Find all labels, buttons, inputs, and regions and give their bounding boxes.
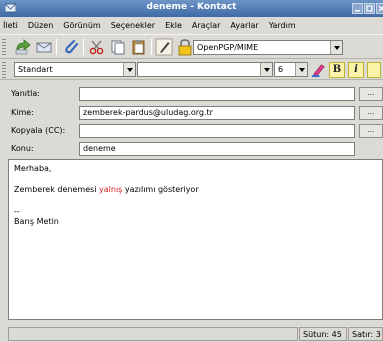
chevron-down-icon: [260, 63, 272, 76]
chevron-down-icon: [330, 41, 342, 54]
body-text-line: Zemberek denemesi yalnış yazılımı göster…: [14, 185, 199, 194]
status-message: [8, 327, 298, 341]
toolbar-separator: [83, 39, 84, 55]
status-row: Satır: 3: [348, 327, 383, 341]
to-field[interactable]: zemberek-pardus@uludag.org.tr: [79, 106, 355, 120]
main-toolbar: OpenPGP/MIME: [0, 34, 383, 59]
reply-to-field[interactable]: [79, 87, 355, 101]
close-icon: [378, 5, 383, 12]
chevron-down-icon: [123, 63, 135, 76]
window-title: deneme - Kontact: [146, 2, 237, 12]
paragraph-style-value: Standart: [18, 65, 53, 74]
cc-browse-button[interactable]: ...: [359, 124, 383, 138]
body-text-after: yazılımı gösteriyor: [122, 185, 199, 194]
subject-label: Konu:: [11, 144, 34, 153]
toolbar-handle[interactable]: [2, 39, 6, 55]
crypto-format-select[interactable]: OpenPGP/MIME: [193, 40, 343, 55]
toolbar-handle[interactable]: [2, 62, 6, 78]
attach-icon[interactable]: [62, 38, 80, 56]
misspelled-word: yalnış: [99, 185, 123, 194]
body-text-before: Zemberek denemesi: [14, 185, 100, 194]
subject-field[interactable]: deneme: [79, 142, 355, 156]
reply-to-label: Yanıtla:: [11, 89, 40, 98]
kontact-composer-window: deneme - Kontact İleti Düzen Görünüm Seç…: [0, 0, 383, 342]
text-color-icon[interactable]: [310, 61, 327, 78]
menu-ekle[interactable]: Ekle: [160, 21, 187, 30]
minimize-button[interactable]: [352, 3, 363, 14]
reply-to-browse-button[interactable]: ...: [359, 87, 383, 101]
cut-icon[interactable]: [88, 38, 106, 56]
menu-duzen[interactable]: Düzen: [23, 21, 58, 30]
send-icon[interactable]: [14, 38, 32, 56]
copy-icon[interactable]: [109, 38, 127, 56]
chevron-down-icon: [295, 63, 307, 76]
menu-bar: İleti Düzen Görünüm Seçenekler Ekle Araç…: [0, 18, 383, 33]
body-greeting: Merhaba,: [14, 164, 52, 173]
maximize-button[interactable]: [364, 3, 375, 14]
menu-ileti[interactable]: İleti: [0, 21, 23, 30]
signature-separator: --: [14, 207, 20, 216]
message-body-editor[interactable]: Merhaba, Zemberek denemesi yalnış yazılı…: [8, 159, 383, 320]
close-button[interactable]: [376, 3, 383, 14]
maximize-icon: [366, 5, 373, 12]
bold-button[interactable]: B: [329, 62, 345, 78]
encrypt-lock-icon[interactable]: [176, 38, 194, 56]
menu-secenekler[interactable]: Seçenekler: [106, 21, 160, 30]
italic-button[interactable]: i: [348, 62, 364, 78]
toolbar-separator: [56, 39, 57, 55]
signature-name: Barış Metin: [14, 217, 59, 226]
status-bar: Sütun: 45 Satır: 3: [0, 325, 383, 342]
paragraph-style-select[interactable]: Standart: [14, 62, 136, 77]
cc-field[interactable]: [79, 124, 355, 138]
crypto-format-value: OpenPGP/MIME: [197, 43, 259, 52]
menu-ayarlar[interactable]: Ayarlar: [225, 21, 263, 30]
toolbar-separator: [151, 39, 152, 55]
cc-label: Kopyala (CC):: [11, 126, 66, 135]
paste-icon[interactable]: [130, 38, 148, 56]
minimize-icon: [355, 10, 360, 12]
font-size-value: 6: [278, 65, 284, 74]
menu-gorunum[interactable]: Görünüm: [58, 21, 105, 30]
to-label: Kime:: [11, 108, 34, 117]
title-bar[interactable]: deneme - Kontact: [0, 0, 383, 17]
underline-button[interactable]: [367, 62, 381, 78]
menu-araclar[interactable]: Araçlar: [187, 21, 225, 30]
to-browse-button[interactable]: ...: [359, 106, 383, 120]
sign-icon[interactable]: [155, 38, 173, 56]
status-column: Sütun: 45: [299, 327, 347, 341]
queue-icon[interactable]: [35, 38, 53, 56]
font-family-select[interactable]: [137, 62, 273, 77]
font-size-select[interactable]: 6: [274, 62, 308, 77]
format-toolbar: Standart 6 B i: [0, 60, 383, 80]
menu-yardim[interactable]: Yardım: [264, 21, 301, 30]
